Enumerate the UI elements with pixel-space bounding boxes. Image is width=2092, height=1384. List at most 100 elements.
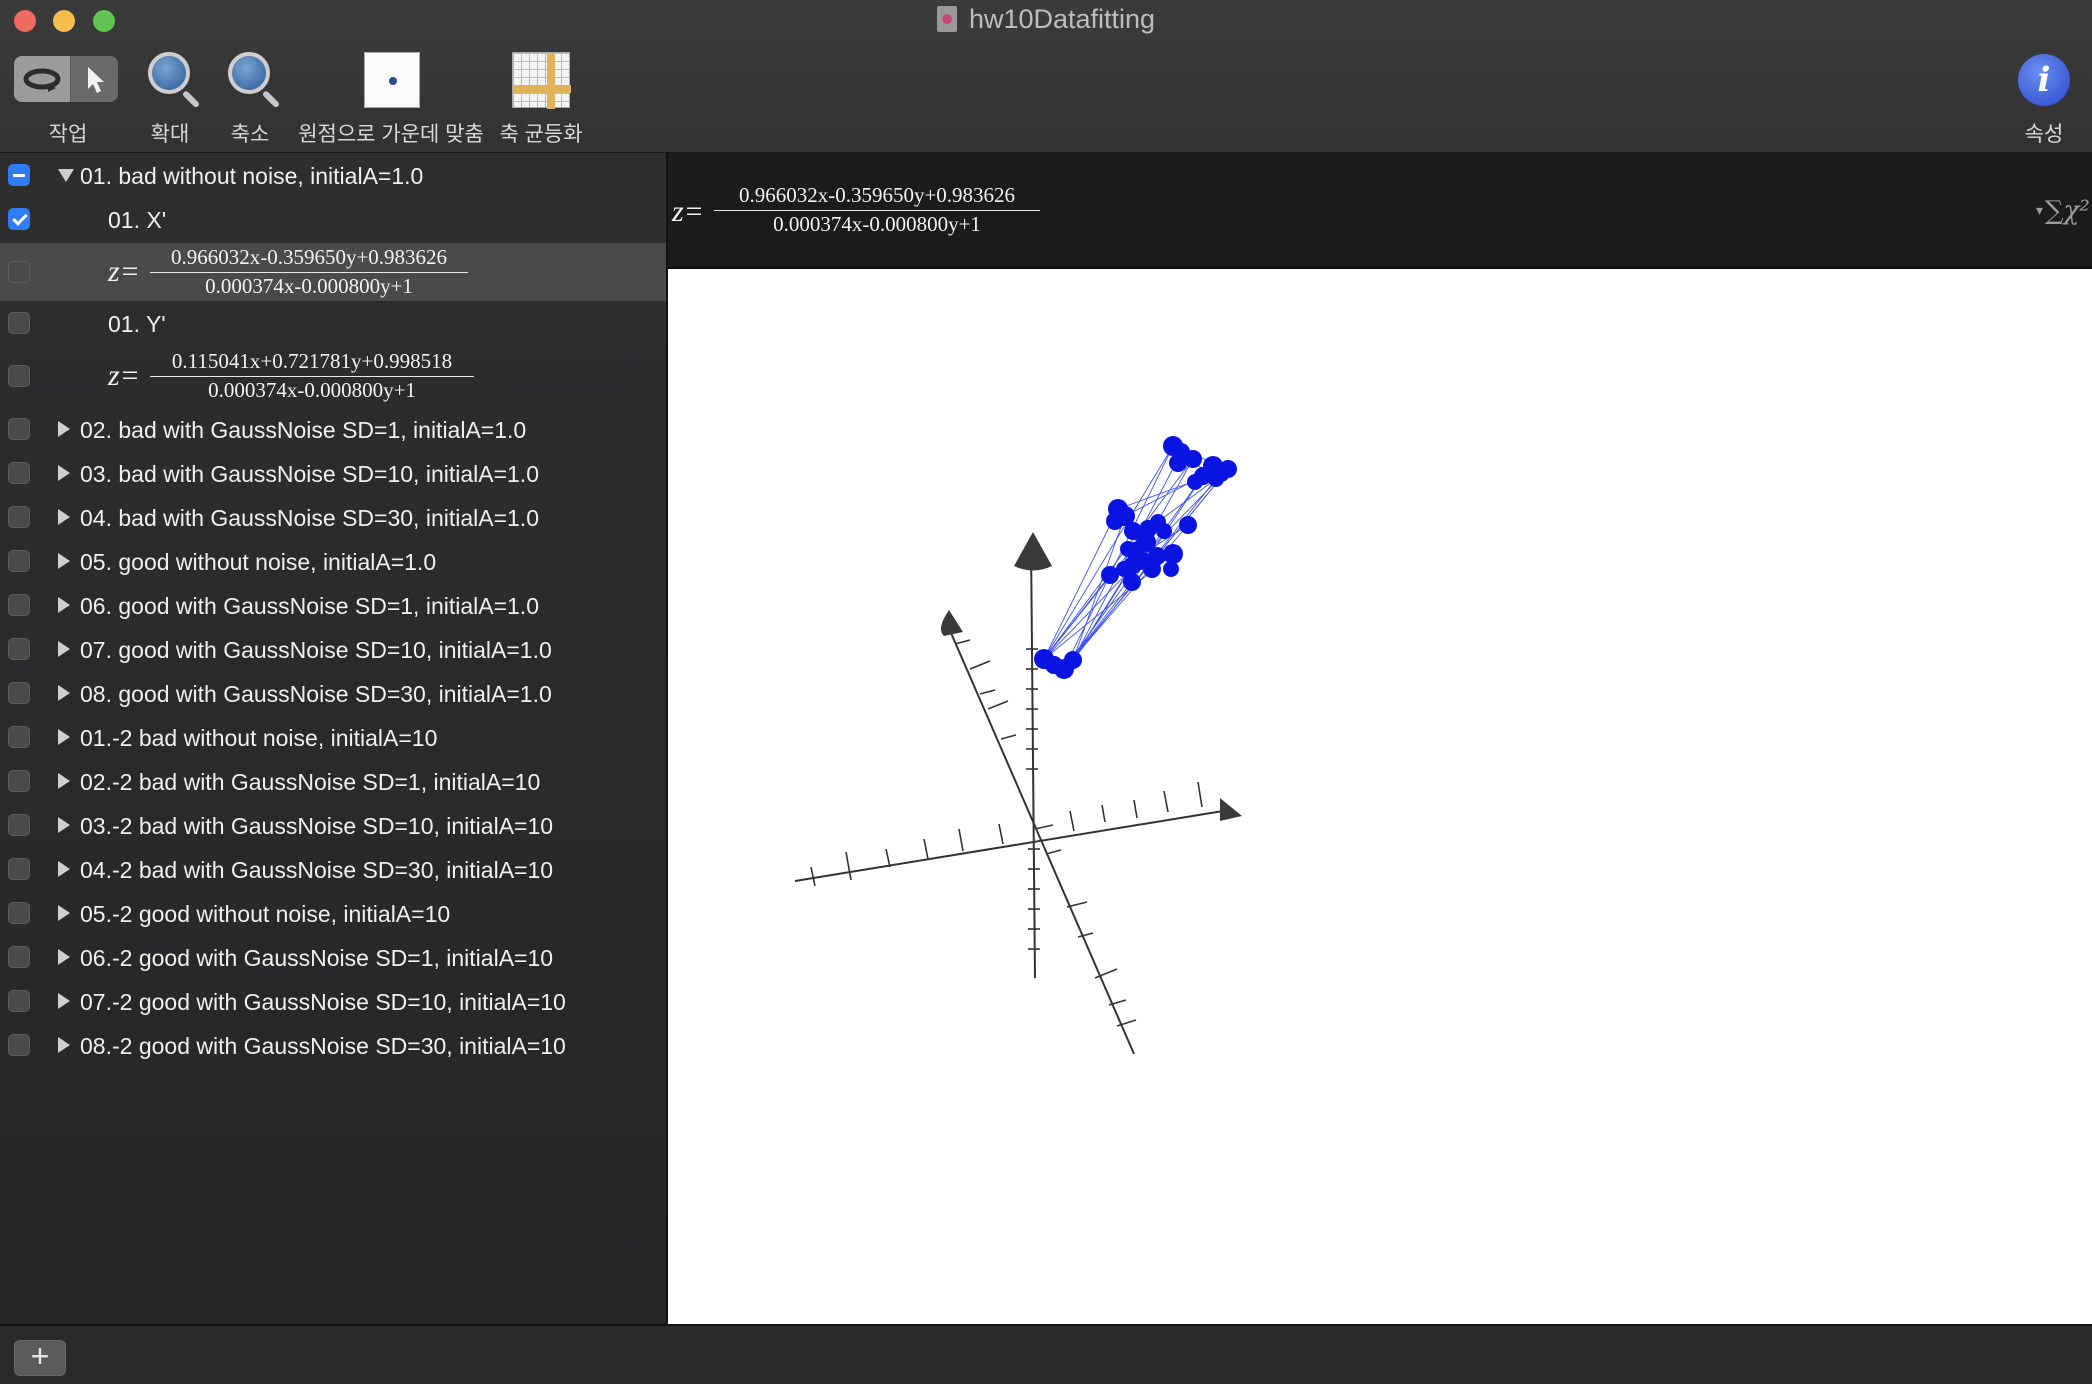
disclosure-triangle-icon[interactable] — [58, 685, 70, 701]
list-item[interactable]: 03.-2 bad with GaussNoise SD=10, initial… — [0, 803, 666, 847]
list-item-label: 04. bad with GaussNoise SD=30, initialA=… — [80, 505, 539, 531]
checkbox[interactable] — [8, 208, 30, 230]
checkbox[interactable] — [8, 550, 30, 572]
disclosure-triangle-icon[interactable] — [58, 169, 74, 182]
list-item-label: 01.-2 bad without noise, initialA=10 — [80, 725, 438, 751]
disclosure-triangle-icon[interactable] — [58, 421, 70, 437]
x-axis-arrow-icon — [1220, 798, 1242, 821]
info-icon[interactable]: i — [2018, 54, 2070, 106]
checkbox[interactable] — [8, 418, 30, 440]
list-item[interactable]: 08. good with GaussNoise SD=30, initialA… — [0, 671, 666, 715]
3d-scatter-plot[interactable] — [668, 269, 2092, 1324]
disclosure-triangle-icon[interactable] — [58, 817, 70, 833]
list-item-label: 02. bad with GaussNoise SD=1, initialA=1… — [80, 417, 527, 443]
checkbox[interactable] — [8, 682, 30, 704]
equation-bar: z= 0.966032x-0.359650y+0.983626 0.000374… — [668, 153, 2092, 269]
zoom-out-icon[interactable] — [228, 52, 270, 94]
window-title: hw10Datafitting — [0, 4, 2092, 35]
disclosure-triangle-icon[interactable] — [58, 641, 70, 657]
rotate-mode-icon[interactable] — [14, 56, 70, 102]
sigma-chi-square-icon: ∑χ² — [2045, 196, 2090, 226]
equation-numerator: 0.966032x-0.359650y+0.983626 — [170, 245, 448, 269]
list-item[interactable]: 04. bad with GaussNoise SD=30, initialA=… — [0, 495, 666, 539]
list-item[interactable]: 02. bad with GaussNoise SD=1, initialA=1… — [0, 407, 666, 451]
checkbox[interactable] — [8, 638, 30, 660]
list-item[interactable]: 03. bad with GaussNoise SD=10, initialA=… — [0, 451, 666, 495]
disclosure-triangle-icon[interactable] — [58, 1037, 70, 1053]
checkbox[interactable] — [8, 726, 30, 748]
checkbox[interactable] — [8, 902, 30, 924]
equation-z: z= — [672, 195, 704, 228]
action-mode-segmented-control[interactable] — [14, 56, 118, 102]
checkbox[interactable] — [8, 164, 30, 186]
disclosure-triangle-icon[interactable] — [58, 861, 70, 877]
checkbox[interactable] — [8, 506, 30, 528]
list-item-x-prime[interactable]: 01. X' — [0, 197, 666, 241]
y-axis-arrow-icon — [940, 610, 963, 636]
checkbox[interactable] — [8, 1034, 30, 1056]
checkbox[interactable] — [8, 462, 30, 484]
list-item-label: 03. bad with GaussNoise SD=10, initialA=… — [80, 461, 539, 487]
disclosure-triangle-icon[interactable] — [58, 773, 70, 789]
checkbox[interactable] — [8, 594, 30, 616]
axis-arrowheads — [940, 532, 1242, 821]
axes — [794, 540, 1224, 1055]
list-item[interactable]: 02.-2 bad with GaussNoise SD=1, initialA… — [0, 759, 666, 803]
list-item-label: 02.-2 bad with GaussNoise SD=1, initialA… — [80, 769, 541, 795]
checkbox[interactable] — [8, 312, 30, 334]
checkbox[interactable] — [8, 770, 30, 792]
checkbox[interactable] — [8, 365, 30, 387]
toolbar: hw10Datafitting 작업 확대 축소 원점으로 가운데 맞춤 축 균… — [0, 0, 2092, 153]
disclosure-triangle-icon[interactable] — [58, 465, 70, 481]
checkbox[interactable] — [8, 261, 30, 283]
list-item[interactable]: 04.-2 bad with GaussNoise SD=30, initial… — [0, 847, 666, 891]
plot-canvas[interactable] — [668, 269, 2092, 1324]
list-item-label: 07.-2 good with GaussNoise SD=10, initia… — [80, 989, 566, 1015]
checkbox[interactable] — [8, 814, 30, 836]
checkbox[interactable] — [8, 990, 30, 1012]
list-item[interactable]: 06. good with GaussNoise SD=1, initialA=… — [0, 583, 666, 627]
list-item-label: 08.-2 good with GaussNoise SD=30, initia… — [80, 1033, 566, 1059]
z-axis — [1030, 540, 1036, 979]
list-item[interactable]: 05. good without noise, initialA=1.0 — [0, 539, 666, 583]
disclosure-triangle-icon[interactable] — [58, 905, 70, 921]
list-item-y-equation[interactable]: z= 0.115041x+0.721781y+0.998518 0.000374… — [0, 347, 666, 405]
disclosure-triangle-icon[interactable] — [58, 553, 70, 569]
disclosure-triangle-icon[interactable] — [58, 729, 70, 745]
checkbox[interactable] — [8, 858, 30, 880]
list-item-x-equation[interactable]: z= 0.966032x-0.359650y+0.983626 0.000374… — [0, 243, 666, 301]
disclosure-triangle-icon[interactable] — [58, 993, 70, 1009]
zoom-in-icon[interactable] — [148, 52, 190, 94]
dropdown-caret-icon: ▾ — [2036, 203, 2044, 219]
pointer-mode-icon[interactable] — [71, 56, 118, 102]
list-item-label: 05. good without noise, initialA=1.0 — [80, 549, 437, 575]
list-item-y-prime[interactable]: 01. Y' — [0, 301, 666, 345]
center-origin-label: 원점으로 가운데 맞춤 — [298, 123, 484, 146]
z-axis-arrow-icon — [1014, 532, 1052, 571]
list-item-label: 03.-2 bad with GaussNoise SD=10, initial… — [80, 813, 554, 839]
list-item[interactable]: 06.-2 good with GaussNoise SD=1, initial… — [0, 935, 666, 979]
disclosure-triangle-icon[interactable] — [58, 509, 70, 525]
disclosure-triangle-icon[interactable] — [58, 949, 70, 965]
center-origin-button[interactable] — [364, 52, 420, 108]
list-item[interactable]: 01.-2 bad without noise, initialA=10 — [0, 715, 666, 759]
add-button[interactable]: + — [14, 1340, 66, 1376]
list-item[interactable]: 08.-2 good with GaussNoise SD=30, initia… — [0, 1023, 666, 1067]
equalize-axes-button[interactable] — [512, 52, 571, 109]
bottom-bar: + — [0, 1324, 2092, 1384]
disclosure-triangle-icon[interactable] — [58, 597, 70, 613]
properties-label: 속성 — [2024, 123, 2064, 146]
list-item-label: 05.-2 good without noise, initialA=10 — [80, 901, 451, 927]
list-item-label: 01. bad without noise, initialA=1.0 — [80, 163, 424, 189]
zoom-out-label: 축소 — [230, 123, 270, 146]
list-item-group-01[interactable]: 01. bad without noise, initialA=1.0 — [0, 153, 666, 197]
chi-square-menu-button[interactable]: ▾∑χ² — [2036, 196, 2090, 226]
equation-z: z= — [108, 255, 140, 288]
list-item-label: 06.-2 good with GaussNoise SD=1, initial… — [80, 945, 554, 971]
axis-ticks — [810, 639, 1203, 1027]
list-item[interactable]: 05.-2 good without noise, initialA=10 — [0, 891, 666, 935]
list-item[interactable]: 07. good with GaussNoise SD=10, initialA… — [0, 627, 666, 671]
list-item[interactable]: 07.-2 good with GaussNoise SD=10, initia… — [0, 979, 666, 1023]
sidebar: 01. bad without noise, initialA=1.0 01. … — [0, 153, 668, 1324]
checkbox[interactable] — [8, 946, 30, 968]
